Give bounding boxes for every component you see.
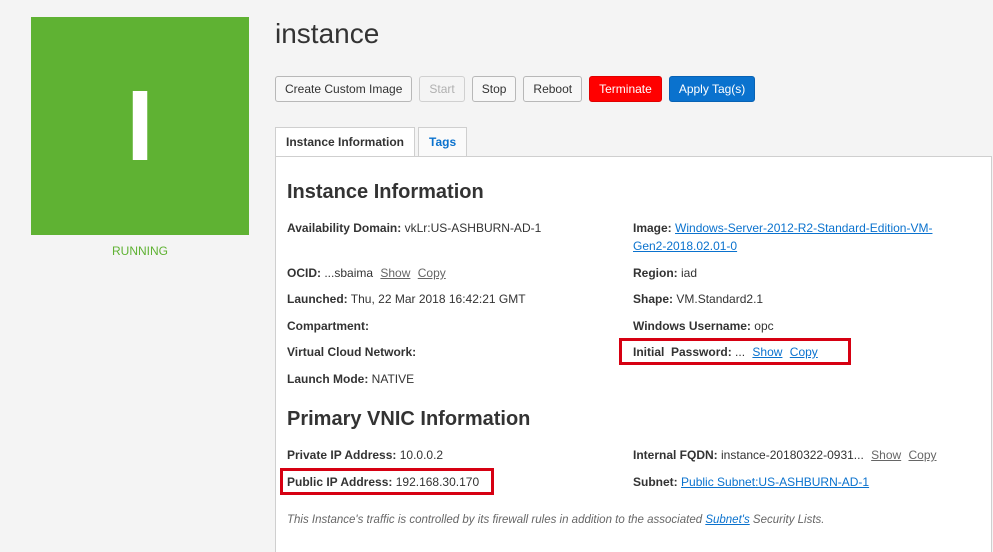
create-custom-image-button[interactable]: Create Custom Image — [275, 76, 413, 102]
note-text-after: Security Lists. — [749, 514, 825, 526]
password-show-link[interactable]: Show — [752, 345, 782, 359]
compartment-field: Compartment: — [287, 319, 369, 333]
internal-fqdn-label: Internal FQDN: — [633, 448, 718, 462]
page-title: instance — [275, 18, 380, 49]
region-value: iad — [681, 266, 698, 280]
public-ip-field: Public IP Address: 192.168.30.170 — [287, 475, 479, 489]
internal-fqdn-field: Internal FQDN: instance-20180322-0931...… — [633, 448, 937, 462]
availability-domain-field: Availability Domain: vkLr:US-ASHBURN-AD-… — [287, 221, 541, 235]
image-field-line2: Gen2-2018.02.01-0 — [633, 239, 737, 253]
launch-mode-field: Launch Mode: NATIVE — [287, 372, 414, 386]
private-ip-value: 10.0.0.2 — [399, 448, 444, 462]
reboot-button[interactable]: Reboot — [523, 76, 583, 102]
image-link-line2[interactable]: Gen2-2018.02.01-0 — [633, 239, 737, 253]
public-ip-value: 192.168.30.170 — [395, 475, 480, 489]
launch-mode-value: NATIVE — [371, 372, 415, 386]
shape-field: Shape: VM.Standard2.1 — [633, 292, 763, 306]
blank-overlay-2 — [956, 472, 986, 496]
initial-password-field: Initial Password: ... Show Copy — [633, 345, 818, 359]
availability-domain-value: vkLr:US-ASHBURN-AD-1 — [404, 221, 542, 235]
tab-tags[interactable]: Tags — [418, 127, 468, 156]
ocid-value: ...sbaima — [324, 266, 374, 280]
start-button[interactable]: Start — [419, 76, 465, 102]
status-badge: RUNNING — [112, 244, 168, 258]
windows-username-label: Windows Username: — [633, 319, 751, 333]
shape-label: Shape: — [633, 292, 674, 306]
firewall-note: This Instance's traffic is controlled by… — [287, 514, 825, 526]
primary-vnic-heading: Primary VNIC Information — [287, 408, 531, 430]
shape-value: VM.Standard2.1 — [676, 292, 764, 306]
stop-button[interactable]: Stop — [471, 76, 517, 102]
initial-password-value: ... — [735, 345, 746, 359]
private-ip-label: Private IP Address: — [287, 448, 397, 462]
password-copy-link[interactable]: Copy — [790, 345, 818, 359]
instance-icon-tile: I — [31, 17, 249, 235]
launched-field: Launched: Thu, 22 Mar 2018 16:42:21 GMT — [287, 292, 526, 306]
subnet-field: Subnet: Public Subnet:US-ASHBURN-AD-1 — [633, 475, 869, 489]
public-ip-label: Public IP Address: — [287, 475, 393, 489]
blank-overlay — [891, 336, 944, 372]
tab-bar: Instance Information Tags — [275, 127, 468, 157]
ocid-field: OCID: ...sbaima Show Copy — [287, 266, 446, 280]
launched-value: Thu, 22 Mar 2018 16:42:21 GMT — [350, 292, 526, 306]
launched-label: Launched: — [287, 292, 348, 306]
internal-fqdn-value: instance-20180322-0931... — [721, 448, 864, 462]
fqdn-copy-link[interactable]: Copy — [909, 448, 937, 462]
instance-letter-icon: I — [126, 70, 154, 182]
terminate-button[interactable]: Terminate — [589, 76, 662, 102]
private-ip-field: Private IP Address: 10.0.0.2 — [287, 448, 443, 462]
region-label: Region: — [633, 266, 678, 280]
subnet-link[interactable]: Public Subnet:US-ASHBURN-AD-1 — [681, 475, 869, 489]
compartment-label: Compartment: — [287, 319, 370, 333]
subnets-link[interactable]: Subnet's — [705, 514, 749, 526]
initial-password-label: Initial Password: — [633, 345, 732, 359]
action-toolbar: Create Custom Image Start Stop Reboot Te… — [275, 76, 756, 102]
image-label: Image: — [633, 221, 672, 235]
image-field: Image: Windows-Server-2012-R2-Standard-E… — [633, 221, 932, 235]
instance-information-heading: Instance Information — [287, 181, 484, 203]
windows-username-field: Windows Username: opc — [633, 319, 774, 333]
launch-mode-label: Launch Mode: — [287, 372, 369, 386]
ocid-label: OCID: — [287, 266, 321, 280]
ocid-show-link[interactable]: Show — [380, 266, 410, 280]
availability-domain-label: Availability Domain: — [287, 221, 402, 235]
region-field: Region: iad — [633, 266, 697, 280]
windows-username-value: opc — [754, 319, 774, 333]
tab-instance-information[interactable]: Instance Information — [275, 127, 416, 157]
note-text-before: This Instance's traffic is controlled by… — [287, 514, 706, 526]
image-link-line1[interactable]: Windows-Server-2012-R2-Standard-Edition-… — [675, 221, 932, 235]
ocid-copy-link[interactable]: Copy — [418, 266, 446, 280]
apply-tags-button[interactable]: Apply Tag(s) — [668, 76, 756, 102]
vcn-label: Virtual Cloud Network: — [287, 345, 417, 359]
vcn-field: Virtual Cloud Network: — [287, 345, 416, 359]
subnet-label: Subnet: — [633, 475, 678, 489]
fqdn-show-link[interactable]: Show — [871, 448, 901, 462]
